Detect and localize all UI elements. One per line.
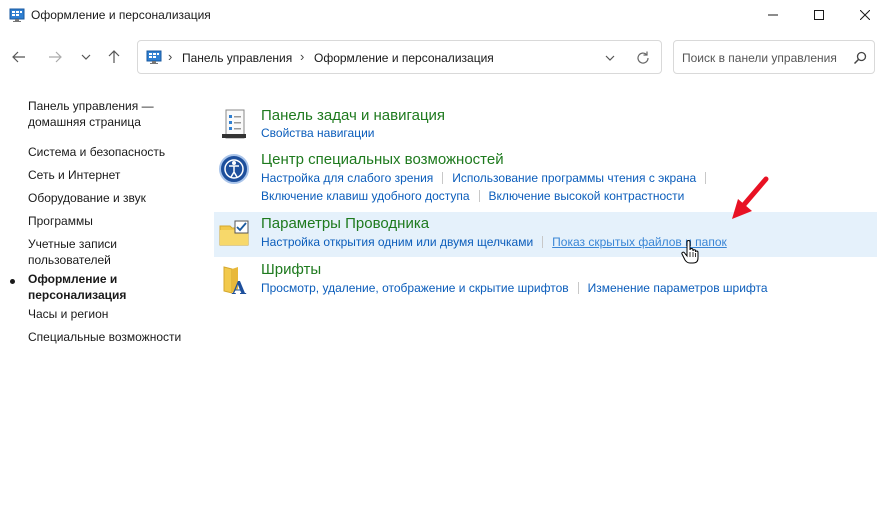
control-panel-icon xyxy=(9,8,25,22)
link-sticky-keys[interactable]: Включение клавиш удобного доступа xyxy=(261,189,470,203)
annotation-arrow-icon xyxy=(732,176,769,219)
accessibility-icon xyxy=(219,154,249,184)
sidebar-item-user-accounts[interactable]: Учетные записи пользователей xyxy=(28,236,128,268)
active-indicator xyxy=(10,279,15,284)
category-file-explorer-options: Параметры Проводника Настройка открытия … xyxy=(214,212,877,257)
sidebar-item-ease-of-access[interactable]: Специальные возможности xyxy=(28,329,198,345)
category-taskbar: Панель задач и навигация Свойства навига… xyxy=(214,104,877,144)
breadcrumb-control-panel[interactable]: Панель управления xyxy=(182,51,292,65)
separator xyxy=(478,190,480,202)
maximize-icon xyxy=(814,10,824,20)
sidebar-item-system-security[interactable]: Система и безопасность xyxy=(28,144,198,160)
link-manage-fonts[interactable]: Просмотр, удаление, отображение и скрыти… xyxy=(261,281,569,295)
forward-button[interactable] xyxy=(44,46,66,68)
control-panel-icon xyxy=(146,50,162,64)
category-title-ease-of-access[interactable]: Центр специальных возможностей xyxy=(261,151,504,168)
sidebar-item-programs[interactable]: Программы xyxy=(28,213,198,229)
arrow-left-icon xyxy=(12,51,25,63)
category-ease-of-access: Центр специальных возможностей Настройка… xyxy=(214,149,877,207)
sidebar-item-network[interactable]: Сеть и Интернет xyxy=(28,167,198,183)
navigation-bar: › Панель управления › Оформление и персо… xyxy=(0,38,885,76)
taskbar-icon xyxy=(222,109,246,139)
category-title-fonts[interactable]: Шрифты xyxy=(261,261,321,278)
back-button[interactable] xyxy=(8,46,30,68)
link-font-settings[interactable]: Изменение параметров шрифта xyxy=(588,281,768,295)
link-navigation-properties[interactable]: Свойства навигации xyxy=(261,126,374,140)
breadcrumb-appearance[interactable]: Оформление и персонализация xyxy=(314,51,494,65)
chevron-down-icon[interactable] xyxy=(603,51,617,65)
sidebar-item-hardware-sound[interactable]: Оборудование и звук xyxy=(28,190,198,206)
link-high-contrast[interactable]: Включение высокой контрастности xyxy=(489,189,685,203)
category-fonts: A Шрифты Просмотр, удаление, отображение… xyxy=(214,259,877,299)
fonts-icon: A xyxy=(223,266,247,295)
category-title-file-explorer-options[interactable]: Параметры Проводника xyxy=(261,215,429,232)
separator xyxy=(542,236,544,248)
window-title: Оформление и персонализация xyxy=(31,8,211,22)
separator xyxy=(442,172,444,184)
close-icon xyxy=(860,10,870,20)
close-button[interactable] xyxy=(842,0,885,30)
category-title-taskbar[interactable]: Панель задач и навигация xyxy=(261,107,445,124)
sidebar-item-appearance[interactable]: Оформление и персонализация xyxy=(28,271,148,303)
chevron-down-icon xyxy=(81,54,91,60)
separator xyxy=(577,282,579,294)
sidebar-item-control-panel-home[interactable]: Панель управления — домашняя страница xyxy=(28,98,198,130)
svg-text:A: A xyxy=(231,278,247,295)
link-single-double-click[interactable]: Настройка открытия одним или двумя щелчк… xyxy=(261,235,533,249)
minimize-button[interactable] xyxy=(750,0,796,30)
folder-options-icon xyxy=(219,220,249,246)
sidebar-item-clock-region[interactable]: Часы и регион xyxy=(28,306,198,322)
arrow-right-icon xyxy=(49,51,62,63)
recent-locations-button[interactable] xyxy=(75,46,97,68)
up-button[interactable] xyxy=(103,46,125,68)
link-screen-reader[interactable]: Использование программы чтения с экрана xyxy=(452,171,696,185)
hand-cursor-icon xyxy=(681,240,699,264)
address-bar[interactable]: › Панель управления › Оформление и персо… xyxy=(137,40,662,74)
minimize-icon xyxy=(768,14,778,16)
search-icon[interactable] xyxy=(852,50,868,66)
title-bar: Оформление и персонализация xyxy=(0,0,885,30)
maximize-button[interactable] xyxy=(796,0,842,30)
search-box[interactable] xyxy=(673,40,875,74)
separator xyxy=(705,172,707,184)
chevron-right-icon: › xyxy=(300,49,305,64)
search-input[interactable] xyxy=(682,50,847,66)
link-show-hidden-files[interactable]: Показ скрытых файлов и папок xyxy=(552,235,727,249)
arrow-up-icon xyxy=(108,50,120,63)
refresh-icon[interactable] xyxy=(635,50,651,66)
link-low-vision[interactable]: Настройка для слабого зрения xyxy=(261,171,433,185)
chevron-right-icon: › xyxy=(168,49,173,64)
